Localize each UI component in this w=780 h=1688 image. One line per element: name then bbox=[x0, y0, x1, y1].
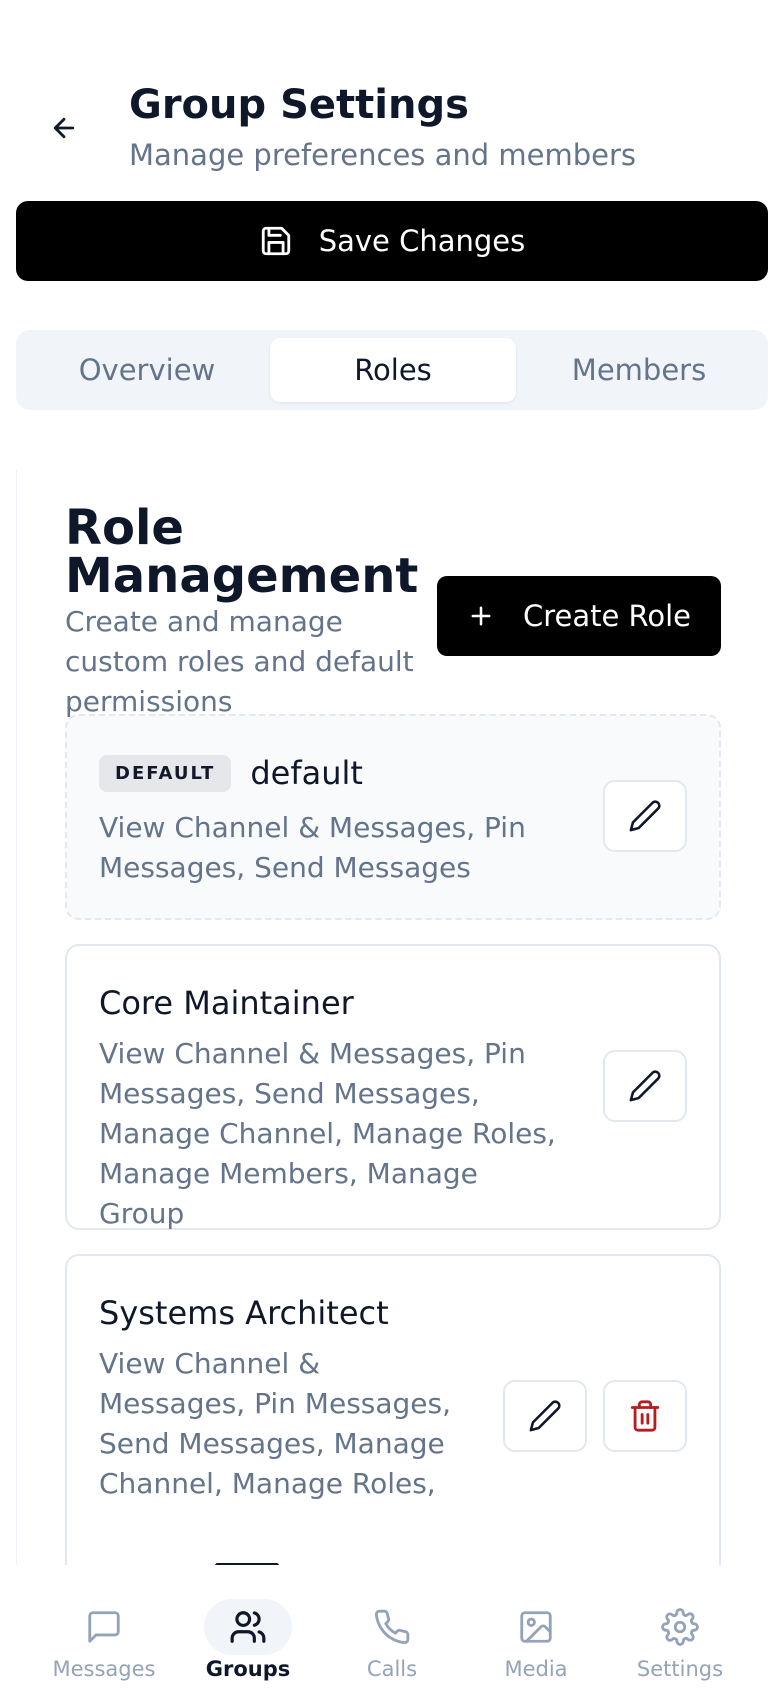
delete-role-button[interactable] bbox=[603, 1380, 687, 1452]
nav-settings[interactable]: Settings bbox=[608, 1575, 752, 1685]
role-permissions: View Channel & Messages, Pin Messages, S… bbox=[99, 1037, 556, 1230]
users-icon bbox=[230, 1611, 266, 1643]
message-square-icon bbox=[88, 1611, 120, 1643]
roles-panel: Role Management Create and manage custom… bbox=[16, 470, 768, 1565]
role-name: default bbox=[250, 754, 363, 792]
nav-media[interactable]: Media bbox=[464, 1575, 608, 1685]
tab-roles[interactable]: Roles bbox=[270, 338, 516, 402]
role-name: Systems Architect bbox=[99, 1294, 389, 1332]
create-role-button[interactable]: Create Role bbox=[437, 576, 721, 656]
bottom-nav: Messages Groups Calls Media Settings bbox=[0, 1565, 780, 1688]
pencil-icon bbox=[629, 1070, 661, 1102]
pencil-icon bbox=[629, 800, 661, 832]
role-header: DEFAULT default bbox=[99, 754, 363, 792]
section-description: Create and manage custom roles and defau… bbox=[65, 605, 414, 718]
nav-icon-wrap bbox=[348, 1599, 436, 1655]
role-card-default: DEFAULT default View Channel & Messages,… bbox=[65, 714, 721, 920]
nav-label: Messages bbox=[52, 1657, 156, 1681]
role-header: Systems Architect bbox=[99, 1294, 389, 1332]
nav-icon-wrap bbox=[204, 1599, 292, 1655]
edit-role-button[interactable] bbox=[503, 1380, 587, 1452]
page-title: Group Settings bbox=[129, 82, 469, 128]
nav-icon-wrap bbox=[60, 1599, 148, 1655]
nav-label: Media bbox=[504, 1657, 568, 1681]
arrow-left-icon bbox=[53, 117, 75, 139]
gear-icon bbox=[661, 1608, 699, 1646]
nav-groups[interactable]: Groups bbox=[176, 1575, 320, 1685]
nav-label: Settings bbox=[636, 1657, 724, 1681]
back-button[interactable] bbox=[44, 108, 84, 148]
pencil-icon bbox=[529, 1400, 561, 1432]
save-icon bbox=[261, 226, 290, 256]
role-header: Core Maintainer bbox=[99, 984, 354, 1022]
role-name: Core Maintainer bbox=[99, 984, 354, 1022]
nav-icon-wrap bbox=[492, 1599, 580, 1655]
header: Group Settings Manage preferences and me… bbox=[0, 0, 780, 190]
save-changes-button[interactable]: Save Changes bbox=[16, 201, 768, 281]
trash-icon bbox=[630, 1400, 660, 1432]
settings-tabs: Overview Roles Members bbox=[16, 330, 768, 410]
tab-overview[interactable]: Overview bbox=[24, 338, 270, 402]
default-badge: DEFAULT bbox=[99, 754, 232, 792]
page-subtitle: Manage preferences and members bbox=[129, 138, 637, 172]
edit-role-button[interactable] bbox=[603, 780, 687, 852]
image-icon bbox=[520, 1611, 552, 1643]
nav-calls[interactable]: Calls bbox=[320, 1575, 464, 1685]
phone-icon bbox=[374, 1609, 410, 1645]
nav-label: Groups bbox=[205, 1657, 291, 1681]
edit-role-button[interactable] bbox=[603, 1050, 687, 1122]
section-title: Role Management bbox=[65, 500, 419, 604]
nav-icon-wrap bbox=[636, 1599, 724, 1655]
nav-messages[interactable]: Messages bbox=[32, 1575, 176, 1685]
tab-members[interactable]: Members bbox=[516, 338, 762, 402]
nav-label: Calls bbox=[366, 1657, 418, 1681]
create-role-label: Create Role bbox=[522, 599, 692, 633]
role-card-core-maintainer: Core Maintainer View Channel & Messages,… bbox=[65, 944, 721, 1230]
role-card-systems-architect: Systems Architect View Channel & Message… bbox=[65, 1254, 721, 1565]
save-changes-label: Save Changes bbox=[318, 224, 526, 258]
role-permissions: View Channel & Messages, Pin Messages, S… bbox=[99, 811, 526, 884]
role-permissions: View Channel & Messages, Pin Messages, S… bbox=[99, 1347, 452, 1500]
plus-icon bbox=[471, 606, 491, 626]
